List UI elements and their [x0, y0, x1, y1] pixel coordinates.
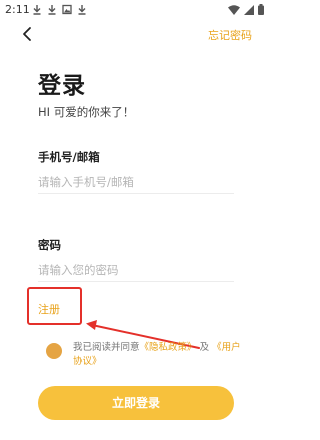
status-bar: 2:11	[0, 0, 270, 20]
notification-icons	[32, 4, 87, 15]
forgot-password-link[interactable]: 忘记密码	[208, 27, 252, 43]
account-label: 手机号/邮箱	[38, 150, 100, 164]
agreement-and: 及	[199, 342, 210, 353]
download-icon	[33, 5, 41, 15]
privacy-policy-link[interactable]: 《隐私政策》	[140, 342, 197, 353]
battery-icon	[258, 4, 264, 15]
login-button[interactable]: 立即登录	[38, 386, 234, 420]
photo-icon	[62, 4, 72, 15]
chevron-left-icon	[23, 27, 31, 41]
wifi-icon	[228, 4, 240, 15]
back-button[interactable]	[20, 26, 36, 42]
page-title: 登录	[38, 73, 86, 99]
password-label: 密码	[38, 238, 61, 252]
password-input[interactable]	[38, 258, 234, 282]
agreement-text: 我已阅读并同意《隐私政策》 及 《用户协议》	[73, 341, 243, 369]
download-icon	[48, 5, 56, 15]
status-time: 2:11	[5, 3, 30, 16]
page-subtitle: HI 可爱的你来了！	[38, 105, 135, 119]
agreement-prefix: 我已阅读并同意	[73, 342, 140, 353]
signal-icon	[244, 4, 254, 15]
agreement-radio[interactable]	[46, 343, 62, 359]
account-input[interactable]	[38, 170, 234, 194]
system-icons	[228, 4, 264, 15]
download-icon	[78, 5, 86, 15]
register-link[interactable]: 注册	[38, 301, 60, 317]
